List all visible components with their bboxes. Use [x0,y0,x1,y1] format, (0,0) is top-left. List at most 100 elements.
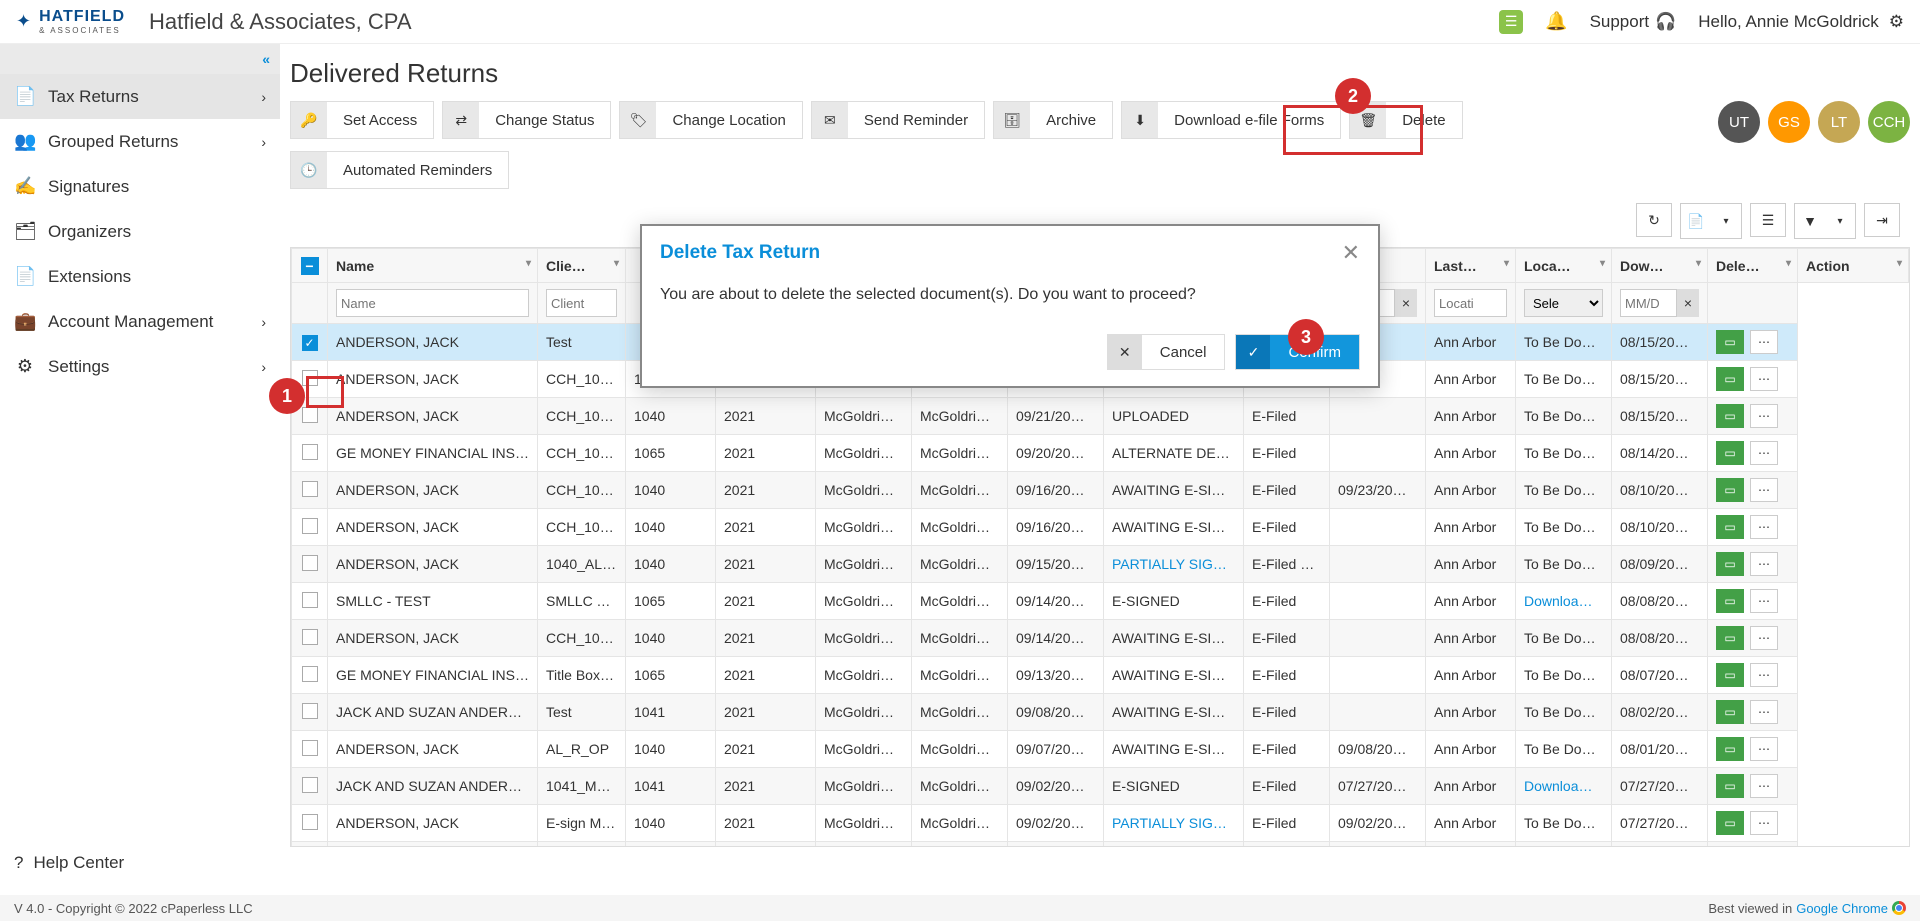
row-action-card[interactable]: ▭ [1716,774,1744,798]
set-access-button[interactable]: 🔑 Set Access [290,101,434,139]
table-row[interactable]: ANDERSON, JACK AL_R_OP 1040 2021 McGoldr… [292,731,1909,768]
row-action-more[interactable]: ⋯ [1750,404,1778,428]
row-action-card[interactable]: ▭ [1716,737,1744,761]
support-link[interactable]: Support 🎧 [1590,12,1677,32]
row-action-card[interactable]: ▭ [1716,478,1744,502]
row-action-more[interactable]: ⋯ [1750,737,1778,761]
col-header[interactable]: Dele…▾ [1708,249,1798,283]
nav-tax-returns[interactable]: 📄 Tax Returns › [0,74,280,119]
row-checkbox[interactable] [292,731,328,768]
nav-settings[interactable]: ⚙ Settings › [0,344,280,389]
modal-close[interactable]: ✕ [1342,240,1360,266]
refresh-button[interactable]: ↻ [1636,203,1672,237]
send-reminder-button[interactable]: ✉ Send Reminder [811,101,985,139]
filter-deleted[interactable] [1620,289,1677,317]
user-greeting[interactable]: Hello, Annie McGoldrick ⚙ [1698,12,1904,32]
row-action-more[interactable]: ⋯ [1750,441,1778,465]
row-checkbox[interactable] [292,620,328,657]
select-all-header[interactable]: − [292,249,328,283]
row-action-more[interactable]: ⋯ [1750,626,1778,650]
row-action-more[interactable]: ⋯ [1750,330,1778,354]
clear-lastrem[interactable]: × [1395,289,1417,317]
row-action-card[interactable]: ▭ [1716,441,1744,465]
row-action-card[interactable]: ▭ [1716,330,1744,354]
avatar-gs[interactable]: GS [1768,101,1810,143]
avatar-cch[interactable]: CCH [1868,101,1910,143]
clear-deleted[interactable]: × [1677,289,1699,317]
row-action-card[interactable]: ▭ [1716,404,1744,428]
avatar-ut[interactable]: UT [1718,101,1760,143]
row-checkbox[interactable] [292,842,328,848]
table-row[interactable]: SMLLC - TEST SMLLC T… 1065 2021 McGoldri… [292,583,1909,620]
nav-organizers[interactable]: 🗂 Organizers [0,209,280,254]
row-action-more[interactable]: ⋯ [1750,774,1778,798]
help-center[interactable]: ? Help Center [0,841,138,885]
chrome-link[interactable]: Google Chrome [1796,901,1888,916]
row-checkbox[interactable] [292,768,328,805]
archive-button[interactable]: 🗄 Archive [993,101,1113,139]
row-checkbox[interactable] [292,509,328,546]
row-action-card[interactable]: ▭ [1716,367,1744,391]
table-row[interactable]: GE MONEY FINANCIAL INSTI… CCH_106… 1065 … [292,435,1909,472]
row-action-card[interactable]: ▭ [1716,700,1744,724]
row-checkbox[interactable] [292,805,328,842]
sidebar-collapse[interactable]: « [0,44,280,74]
gear-icon[interactable]: ⚙ [1889,12,1904,32]
table-row[interactable]: JACK AND SUZAN ANDERSO… 1041_MA… 1041 20… [292,768,1909,805]
col-header[interactable]: Clie…▾ [538,249,626,283]
row-action-more[interactable]: ⋯ [1750,515,1778,539]
row-action-card[interactable]: ▭ [1716,552,1744,576]
change-status-button[interactable]: ⇄ Change Status [442,101,611,139]
cancel-button[interactable]: ✕ Cancel [1107,334,1226,370]
row-action-card[interactable]: ▭ [1716,663,1744,687]
col-header[interactable]: Dow…▾ [1612,249,1708,283]
import-button[interactable]: ⇥ [1864,203,1900,237]
filter-button[interactable]: ▼ ▾ [1794,203,1856,239]
export-button[interactable]: 📄 ▾ [1680,203,1742,239]
row-action-more[interactable]: ⋯ [1750,589,1778,613]
change-location-button[interactable]: 🏷 Change Location [619,101,802,139]
row-action-more[interactable]: ⋯ [1750,367,1778,391]
filter-location[interactable] [1434,289,1507,317]
row-action-card[interactable]: ▭ [1716,626,1744,650]
row-checkbox[interactable]: ✓ [292,324,328,361]
row-action-card[interactable]: ▭ [1716,811,1744,835]
row-checkbox[interactable] [292,694,328,731]
row-action-more[interactable]: ⋯ [1750,552,1778,576]
row-action-card[interactable]: ▭ [1716,589,1744,613]
row-action-more[interactable]: ⋯ [1750,700,1778,724]
table-row[interactable]: ANDERSON, JACK E-sign M… 1040 2021 McGol… [292,805,1909,842]
table-row[interactable]: ANDERSON, JACK CCH_104… 1040 2021 McGold… [292,509,1909,546]
filter-name[interactable] [336,289,529,317]
row-action-more[interactable]: ⋯ [1750,663,1778,687]
nav-extensions[interactable]: 📄 Extensions [0,254,280,299]
filter-client[interactable] [546,289,617,317]
col-header[interactable]: Name▾ [328,249,538,283]
table-row[interactable]: ANDERSON, JACK CCH_104… 1040 2021 McGold… [292,472,1909,509]
row-action-more[interactable]: ⋯ [1750,478,1778,502]
row-action-card[interactable]: ▭ [1716,515,1744,539]
row-checkbox[interactable] [292,657,328,694]
avatar-lt[interactable]: LT [1818,101,1860,143]
col-header[interactable]: Loca…▾ [1516,249,1612,283]
table-row[interactable]: GE MONEY FINANCIAL INSTI… Title Box… 106… [292,657,1909,694]
automated-reminders-button[interactable]: 🕒 Automated Reminders [290,151,509,189]
row-checkbox[interactable] [292,435,328,472]
row-action-more[interactable]: ⋯ [1750,811,1778,835]
row-checkbox[interactable] [292,546,328,583]
filter-download[interactable]: Sele [1524,289,1603,317]
col-header[interactable]: Last…▾ [1426,249,1516,283]
table-row[interactable]: JACK AND SUZAN ANDERSO… Test 1041 2021 M… [292,694,1909,731]
row-checkbox[interactable] [292,583,328,620]
table-row[interactable]: ANDERSON, JACK CCH_104… 1040 2021 McGold… [292,620,1909,657]
row-checkbox[interactable] [292,472,328,509]
col-header[interactable]: Action▾ [1798,249,1909,283]
columns-button[interactable]: ☰ [1750,203,1786,237]
table-row[interactable]: ANDERSON, JACK CCH_104… 1040 2021 McGold… [292,398,1909,435]
app-switcher-icon[interactable]: ☰ [1499,10,1523,34]
nav-signatures[interactable]: ✍ Signatures [0,164,280,209]
nav-grouped-returns[interactable]: 👥 Grouped Returns › [0,119,280,164]
bell-icon[interactable]: 🔔 [1545,11,1567,32]
table-row[interactable]: ANDERSON, JACK CCH_104 1040 2021 McGoldr… [292,842,1909,848]
table-row[interactable]: ANDERSON, JACK 1040_AL_R 1040 2021 McGol… [292,546,1909,583]
